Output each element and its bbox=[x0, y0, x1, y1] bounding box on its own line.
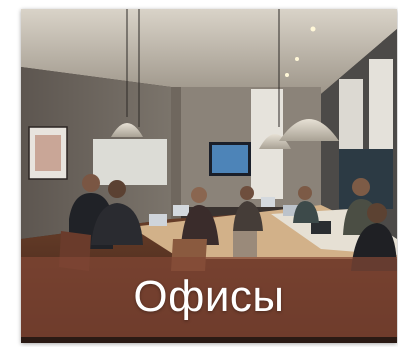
caption-overlay: Офисы bbox=[21, 257, 397, 337]
offices-tile[interactable]: Офисы bbox=[21, 9, 397, 343]
bottom-strip bbox=[21, 337, 397, 343]
caption-text: Офисы bbox=[133, 272, 285, 321]
